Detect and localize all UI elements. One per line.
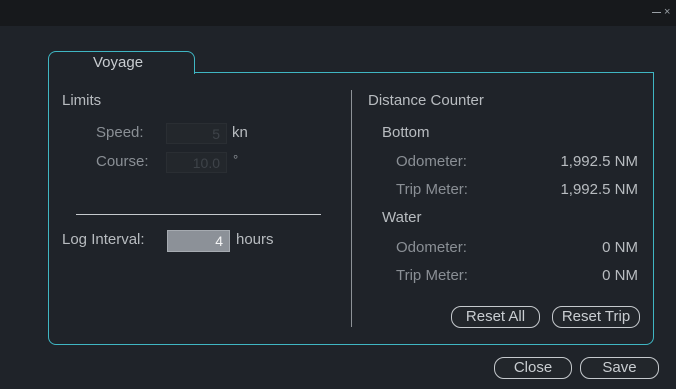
close-button[interactable]: Close [494,357,572,379]
section-divider [76,214,321,215]
speed-input[interactable]: 5 [166,123,227,144]
water-odometer-value: 0 NM [602,239,638,256]
voyage-settings-dialog: × Voyage Limits Speed: 5 kn Course: 10.0… [0,0,676,389]
minimize-icon[interactable] [652,12,661,13]
bottom-odometer-label: Odometer: [396,153,467,170]
bottom-odometer-value: 1,992.5 NM [560,153,638,170]
water-trip-meter-value: 0 NM [602,267,638,284]
bottom-heading: Bottom [382,124,430,141]
limits-heading: Limits [62,92,102,109]
column-divider [351,90,352,327]
course-unit: ° [233,152,239,167]
log-interval-unit: hours [236,231,274,248]
reset-trip-button[interactable]: Reset Trip [552,306,640,328]
log-interval-input[interactable]: 4 [167,230,230,252]
close-icon[interactable]: × [664,5,670,19]
course-input[interactable]: 10.0 [166,152,227,173]
save-button[interactable]: Save [580,357,659,379]
distance-counter-heading: Distance Counter [368,92,484,109]
bottom-trip-meter-value: 1,992.5 NM [560,181,638,198]
speed-label: Speed: [96,124,144,141]
water-heading: Water [382,209,422,226]
title-bar: × [0,0,676,26]
speed-unit: kn [232,124,248,141]
tab-voyage[interactable]: Voyage [48,51,195,74]
log-interval-label: Log Interval: [62,231,145,248]
bottom-trip-meter-label: Trip Meter: [396,181,468,198]
reset-all-button[interactable]: Reset All [451,306,540,328]
course-label: Course: [96,153,149,170]
water-odometer-label: Odometer: [396,239,467,256]
water-trip-meter-label: Trip Meter: [396,267,468,284]
